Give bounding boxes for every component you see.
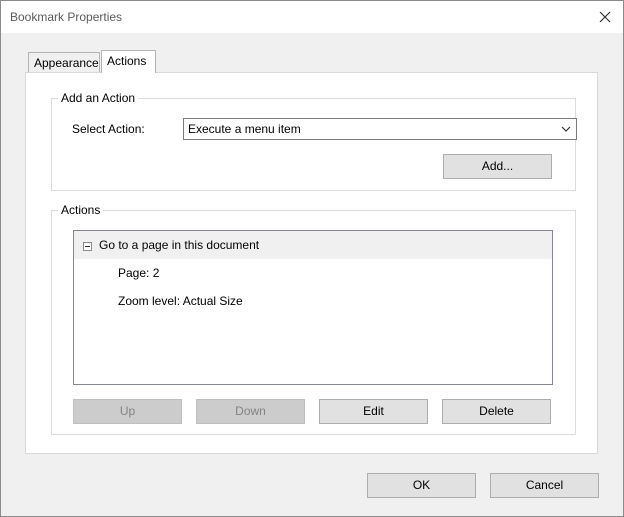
cancel-button[interactable]: Cancel	[490, 473, 599, 498]
add-action-button[interactable]: Add...	[443, 154, 552, 179]
collapse-icon[interactable]	[83, 240, 92, 251]
actions-tab-panel: Add an Action Select Action: Execute a m…	[25, 72, 598, 454]
select-action-value: Execute a menu item	[188, 122, 301, 136]
edit-button[interactable]: Edit	[319, 399, 428, 424]
delete-button[interactable]: Delete	[442, 399, 551, 424]
select-action-label: Select Action:	[72, 122, 145, 136]
chevron-down-icon[interactable]	[556, 119, 576, 139]
down-button[interactable]: Down	[196, 399, 305, 424]
tab-appearance[interactable]: Appearance	[28, 52, 100, 72]
action-detail-zoom: Zoom level: Actual Size	[118, 294, 243, 308]
up-button[interactable]: Up	[73, 399, 182, 424]
actions-group-label: Actions	[58, 203, 104, 217]
close-icon[interactable]	[595, 7, 615, 27]
action-detail-page: Page: 2	[118, 266, 160, 280]
list-item[interactable]: Go to a page in this document	[74, 231, 552, 259]
actions-group: Actions Go to a page in this document Pa…	[51, 203, 576, 435]
actions-tree-list[interactable]: Go to a page in this document Page: 2 Zo…	[73, 230, 553, 385]
add-action-group: Add an Action Select Action: Execute a m…	[51, 91, 577, 191]
select-action-dropdown[interactable]: Execute a menu item	[183, 118, 577, 140]
add-action-group-label: Add an Action	[58, 91, 139, 105]
ok-button[interactable]: OK	[367, 473, 476, 498]
title-bar: Bookmark Properties	[1, 1, 623, 33]
action-item-label: Go to a page in this document	[99, 238, 260, 252]
window-title: Bookmark Properties	[10, 10, 123, 24]
tab-actions[interactable]: Actions	[101, 50, 156, 73]
bookmark-properties-dialog: Bookmark Properties Appearance Actions A…	[0, 0, 624, 517]
